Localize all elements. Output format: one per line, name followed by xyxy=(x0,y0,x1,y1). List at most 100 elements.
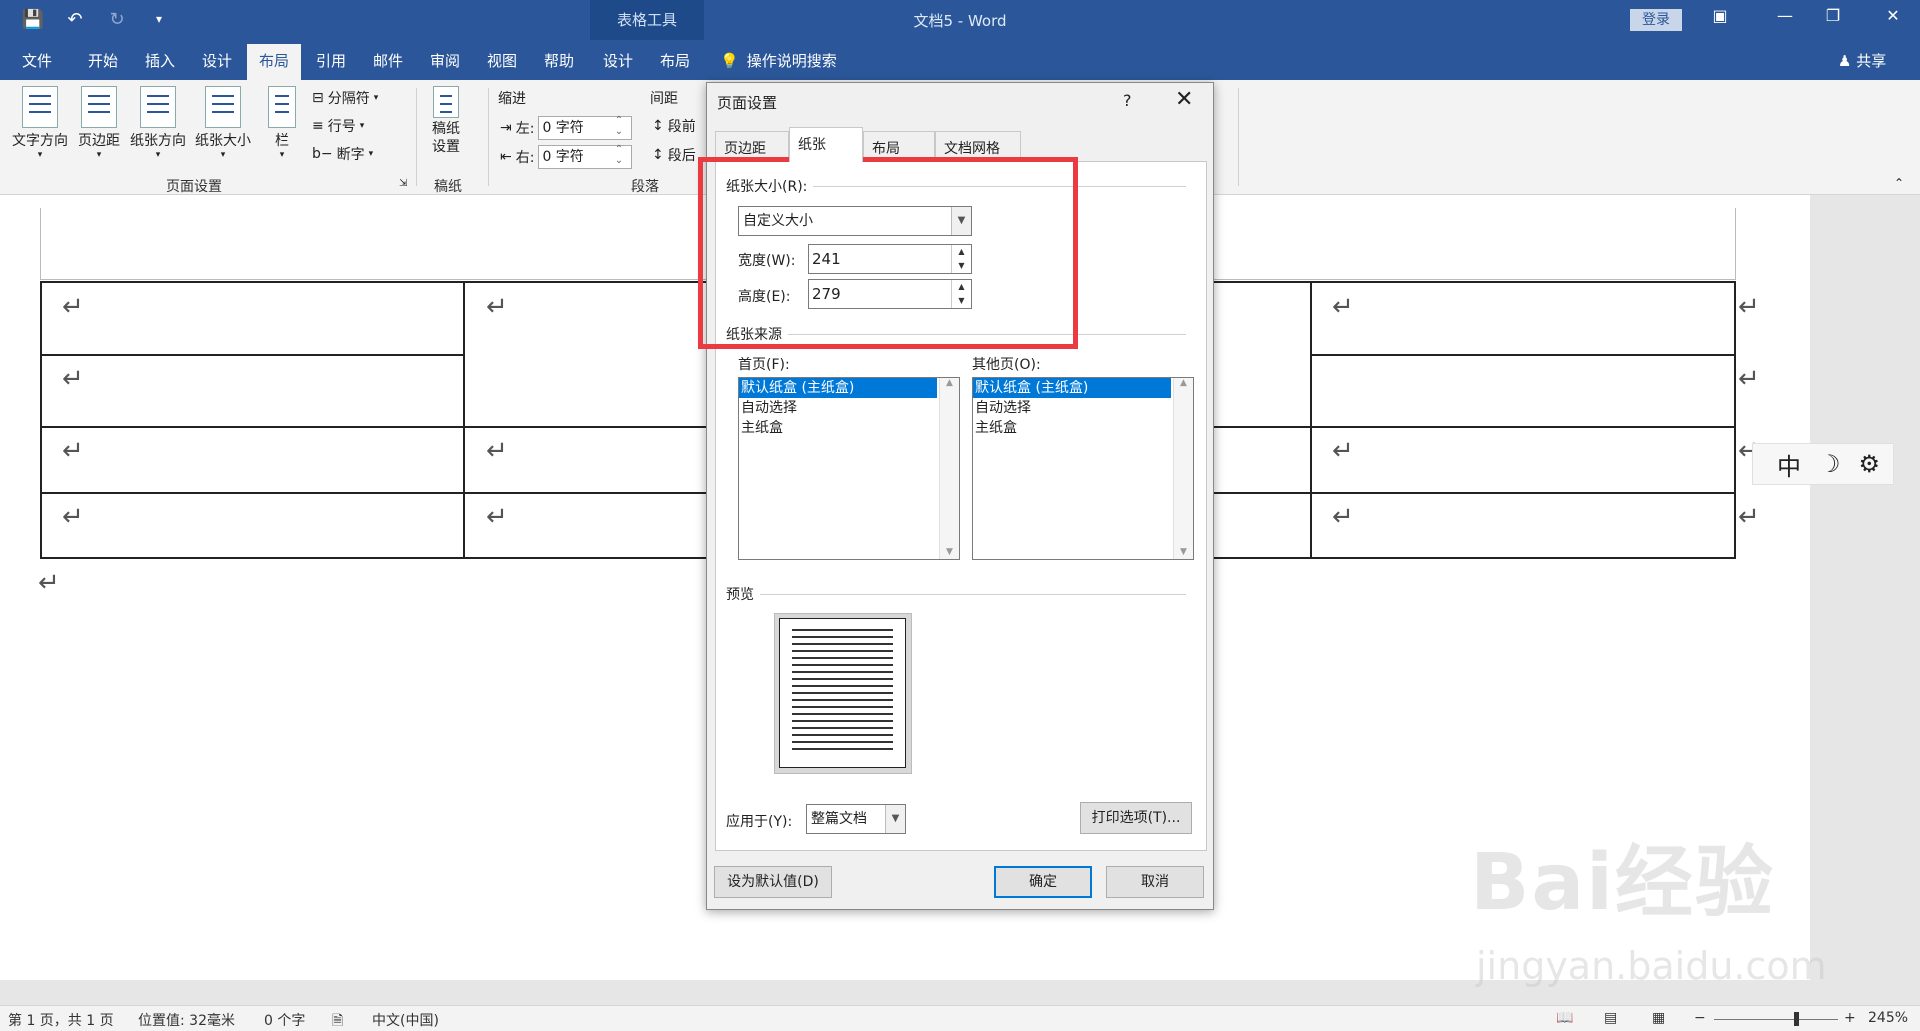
cell-end-icon[interactable]: ↵ xyxy=(486,502,508,532)
moon-icon[interactable]: ☽ xyxy=(1819,450,1841,478)
save-icon[interactable]: 💾 xyxy=(22,8,44,30)
scrollbar[interactable]: ▲ ▼ xyxy=(1173,378,1193,559)
zoom-slider-thumb[interactable] xyxy=(1794,1012,1799,1026)
zoom-out-icon[interactable]: − xyxy=(1694,1010,1706,1026)
margins-button[interactable]: 页边距 ▾ xyxy=(78,86,120,160)
tab-help[interactable]: 帮助 xyxy=(544,50,574,71)
list-item[interactable]: 默认纸盒 (主纸盒) xyxy=(973,378,1171,398)
watermark-url: jingyan.baidu.com xyxy=(1476,944,1827,988)
zoom-in-icon[interactable]: + xyxy=(1844,1010,1856,1026)
close-icon[interactable]: ✕ xyxy=(1175,87,1193,112)
paper-size-button[interactable]: 纸张大小 ▾ xyxy=(195,86,251,160)
tab-paper[interactable]: 纸张 xyxy=(789,127,863,162)
tab-table-layout[interactable]: 布局 xyxy=(660,50,690,71)
row-end-icon: ↵ xyxy=(1738,502,1760,532)
zoom-level[interactable]: 245% xyxy=(1868,1010,1908,1026)
help-button[interactable]: ? xyxy=(1123,91,1132,110)
share-button[interactable]: ♟ 共享 xyxy=(1838,50,1886,71)
tab-home[interactable]: 开始 xyxy=(88,50,118,71)
list-item[interactable]: 主纸盒 xyxy=(739,418,959,438)
cell-end-icon[interactable]: ↵ xyxy=(1332,502,1354,532)
indent-right-input[interactable]: 0 字符 xyxy=(538,144,633,169)
ok-button[interactable]: 确定 xyxy=(994,866,1092,898)
web-layout-icon[interactable]: ▦ xyxy=(1652,1010,1665,1026)
cancel-button[interactable]: 取消 xyxy=(1106,866,1204,898)
breaks-button[interactable]: ⊟ 分隔符 ▾ xyxy=(312,88,378,108)
cell-end-icon[interactable]: ↵ xyxy=(1332,292,1354,322)
position-value[interactable]: 位置值: 32毫米 xyxy=(138,1010,235,1030)
paragraph-group-label: 段落 xyxy=(631,179,659,195)
tab-layout[interactable]: 布局 xyxy=(247,44,302,80)
word-count[interactable]: 0 个字 xyxy=(264,1010,305,1030)
cell-end-icon[interactable]: ↵ xyxy=(62,436,84,466)
read-mode-icon[interactable]: 📖 xyxy=(1556,1010,1573,1026)
page-setup-group-label: 页面设置 xyxy=(166,179,222,195)
paper-size-icon xyxy=(205,86,241,128)
indent-left-row: ⇥ 左: 0 字符 xyxy=(500,115,633,140)
person-icon: ♟ xyxy=(1838,52,1852,70)
list-item[interactable]: 自动选择 xyxy=(973,398,1193,418)
close-window-icon[interactable]: ✕ xyxy=(1878,6,1908,25)
scrollbar[interactable]: ▲ ▼ xyxy=(939,378,959,559)
dialog-launcher-icon[interactable]: ⇲ xyxy=(399,178,407,189)
tell-me-box[interactable]: 💡 操作说明搜索 xyxy=(720,50,837,71)
tab-view[interactable]: 视图 xyxy=(487,50,517,71)
draft-settings-button[interactable]: 稿纸 设置 xyxy=(432,86,460,156)
page-count[interactable]: 第 1 页，共 1 页 xyxy=(8,1010,114,1030)
indent-left-input[interactable]: 0 字符 xyxy=(538,115,633,140)
cell-end-icon[interactable]: ↵ xyxy=(486,292,508,322)
watermark-logo: Bai经验 xyxy=(1470,838,1775,928)
cell-end-icon[interactable]: ↵ xyxy=(62,292,84,322)
cell-end-icon[interactable]: ↵ xyxy=(1332,436,1354,466)
status-bar: 第 1 页，共 1 页 位置值: 32毫米 0 个字 🗎 中文(中国) 📖 ▤ … xyxy=(0,1005,1920,1031)
draft-group-label: 稿纸 xyxy=(434,179,462,195)
first-page-tray-list[interactable]: 默认纸盒 (主纸盒) 自动选择 主纸盒 ▲ ▼ xyxy=(738,377,960,560)
print-options-button[interactable]: 打印选项(T)... xyxy=(1080,802,1192,834)
chevron-down-icon: ▼ xyxy=(885,805,905,833)
tab-design[interactable]: 设计 xyxy=(202,50,232,71)
cell-end-icon[interactable]: ↵ xyxy=(486,436,508,466)
gear-icon[interactable]: ⚙ xyxy=(1859,450,1881,478)
tab-table-design[interactable]: 设计 xyxy=(603,50,633,71)
minimize-icon[interactable]: — xyxy=(1770,6,1800,25)
ime-toolbar: 中 ☽ ⚙ xyxy=(1752,443,1894,485)
list-item[interactable]: 主纸盒 xyxy=(973,418,1193,438)
other-pages-tray-list[interactable]: 默认纸盒 (主纸盒) 自动选择 主纸盒 ▲ ▼ xyxy=(972,377,1194,560)
cell-end-icon[interactable]: ↵ xyxy=(62,364,84,394)
cell-end-icon[interactable]: ↵ xyxy=(62,502,84,532)
tab-review[interactable]: 审阅 xyxy=(430,50,460,71)
apply-to-select[interactable]: 整篇文档 ▼ xyxy=(806,804,906,834)
list-item[interactable]: 自动选择 xyxy=(739,398,959,418)
set-default-button[interactable]: 设为默认值(D) xyxy=(714,866,832,898)
orientation-button[interactable]: 纸张方向 ▾ xyxy=(130,86,186,160)
columns-button[interactable]: 栏 ▾ xyxy=(268,86,296,160)
breaks-icon: ⊟ xyxy=(312,90,324,106)
ribbon-display-icon[interactable]: ▣ xyxy=(1705,6,1735,25)
paragraph-mark-icon[interactable]: ↵ xyxy=(38,568,60,598)
hyphenation-button[interactable]: b− 断字 ▾ xyxy=(312,144,373,164)
proofing-icon[interactable]: 🗎 xyxy=(332,1010,343,1031)
line-numbers-button[interactable]: ≡ 行号 ▾ xyxy=(312,116,364,136)
zoom-slider[interactable] xyxy=(1714,1019,1838,1020)
text-direction-button[interactable]: 文字方向 ▾ xyxy=(12,86,68,160)
redo-icon[interactable]: ↻ xyxy=(106,8,128,30)
language-status[interactable]: 中文(中国) xyxy=(372,1010,439,1030)
orientation-icon xyxy=(140,86,176,128)
print-layout-icon[interactable]: ▤ xyxy=(1604,1010,1617,1026)
tab-file[interactable]: 文件 xyxy=(22,50,52,71)
customize-icon[interactable]: ▾ xyxy=(148,8,170,30)
tab-insert[interactable]: 插入 xyxy=(145,50,175,71)
collapse-ribbon-icon[interactable]: ⌃ xyxy=(1894,176,1904,190)
login-button[interactable]: 登录 xyxy=(1630,9,1682,31)
list-item[interactable]: 默认纸盒 (主纸盒) xyxy=(739,378,937,398)
columns-icon xyxy=(268,86,296,128)
spacing-before-row[interactable]: ↕ 段前 xyxy=(652,116,696,136)
hyphenation-icon: b− xyxy=(312,146,333,162)
undo-icon[interactable]: ↶ xyxy=(64,8,86,30)
ime-language-toggle[interactable]: 中 xyxy=(1777,447,1801,482)
tab-references[interactable]: 引用 xyxy=(316,50,346,71)
first-page-label: 首页(F): xyxy=(738,357,790,373)
tab-mailings[interactable]: 邮件 xyxy=(373,50,403,71)
restore-icon[interactable]: ❐ xyxy=(1818,6,1848,25)
spacing-after-row[interactable]: ↕ 段后 xyxy=(652,145,696,165)
